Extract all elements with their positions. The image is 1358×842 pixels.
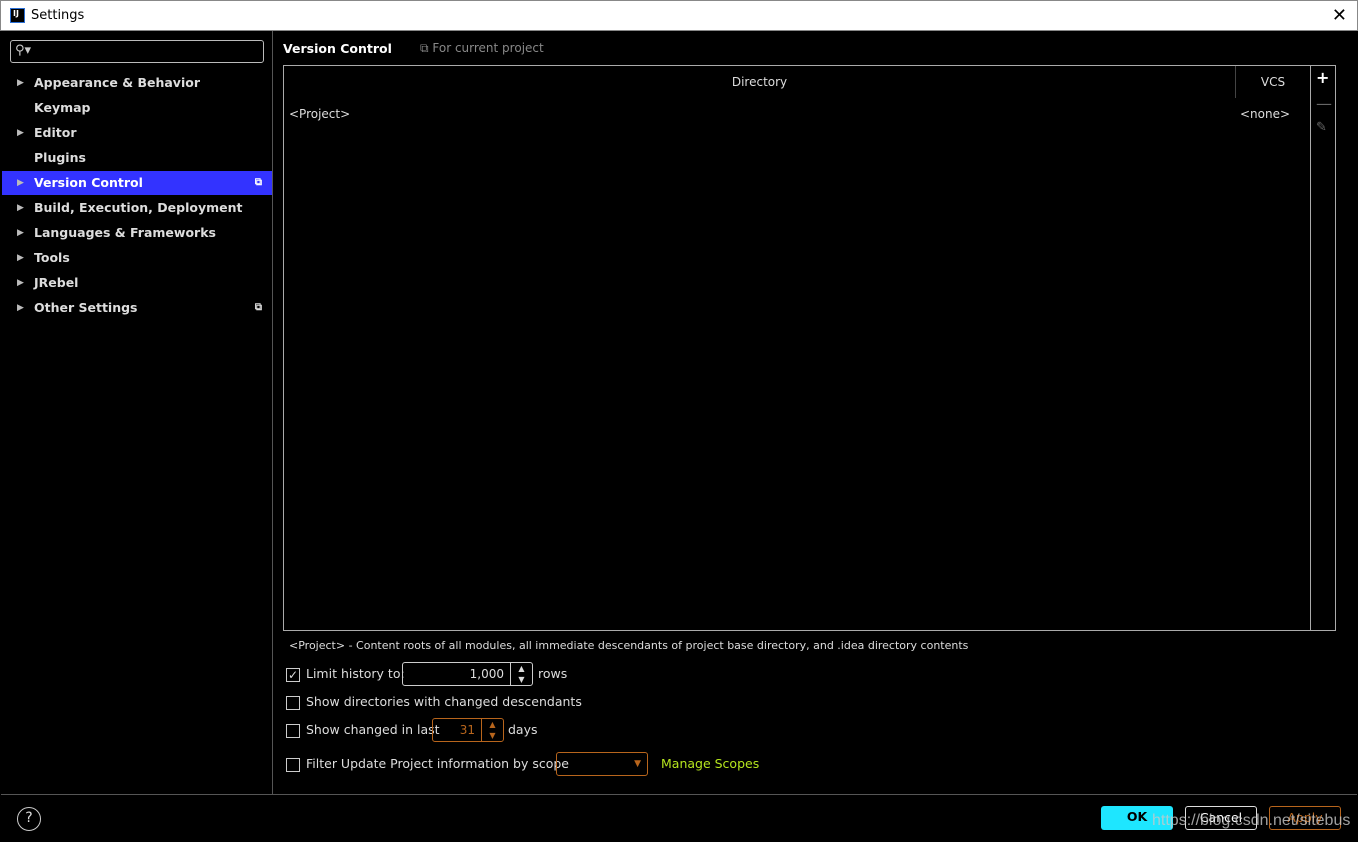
sidebar-item-label: Keymap	[34, 100, 91, 115]
spinner-arrows-icon[interactable]: ▲ ▼	[510, 663, 532, 685]
expand-arrow-icon[interactable]: ▶	[17, 296, 24, 320]
project-note: <Project> - Content roots of all modules…	[289, 639, 969, 652]
show-dirs-checkbox[interactable]	[286, 695, 300, 710]
expand-arrow-icon[interactable]: ▶	[17, 196, 24, 220]
vcs-table: Directory VCS <Project> <none>	[283, 65, 1311, 631]
show-changed-checkbox[interactable]	[286, 723, 300, 738]
sidebar-item-label: Appearance & Behavior	[34, 75, 200, 90]
scope-dropdown[interactable]: ▼	[556, 752, 648, 776]
column-header-vcs[interactable]: VCS	[1236, 66, 1310, 98]
project-icon: ⧉	[254, 177, 262, 188]
sidebar-item-label: Plugins	[34, 150, 86, 165]
expand-arrow-icon[interactable]: ▶	[17, 271, 24, 295]
expand-arrow-icon[interactable]: ▶	[17, 121, 24, 145]
rows-label: rows	[538, 666, 568, 681]
project-icon: ⧉	[254, 302, 262, 313]
sidebar-item-appearance-behavior[interactable]: ▶ Appearance & Behavior	[2, 71, 272, 95]
expand-arrow-icon[interactable]: ▶	[17, 221, 24, 245]
table-cell-vcs[interactable]: <none>	[1240, 107, 1290, 121]
sidebar-item-version-control[interactable]: ▶ Version Control ⧉	[2, 171, 272, 195]
sidebar: ⚲▾ ▶ Appearance & Behavior Keymap ▶ Editor Pl…	[1, 31, 273, 794]
limit-history-checkbox[interactable]: ✓	[286, 667, 300, 682]
app-logo-icon: IJ	[10, 8, 25, 23]
sidebar-item-label: Build, Execution, Deployment	[34, 200, 243, 215]
sidebar-item-build-execution-deployment[interactable]: ▶ Build, Execution, Deployment	[2, 196, 272, 220]
column-header-directory[interactable]: Directory	[284, 66, 1236, 98]
sidebar-item-label: Other Settings	[34, 300, 138, 315]
sidebar-item-languages-frameworks[interactable]: ▶ Languages & Frameworks	[2, 221, 272, 245]
sidebar-item-other-settings[interactable]: ▶ Other Settings ⧉	[2, 296, 272, 320]
add-icon[interactable]: +	[1316, 68, 1329, 87]
filter-scope-checkbox[interactable]	[286, 757, 300, 772]
table-cell-directory[interactable]: <Project>	[289, 107, 350, 121]
table-toolbar: + — ✎	[1311, 65, 1336, 631]
watermark: https://blog.csdn.net/sitebus	[1152, 812, 1351, 829]
search-input[interactable]: ⚲▾	[10, 40, 264, 63]
expand-arrow-icon[interactable]: ▶	[17, 246, 24, 270]
limit-history-spinner[interactable]: 1,000 ▲ ▼	[402, 662, 533, 686]
window-title: Settings	[31, 8, 85, 23]
title-bar: IJ Settings ✕	[0, 0, 1358, 31]
search-icon: ⚲▾	[15, 43, 32, 58]
sidebar-item-plugins[interactable]: Plugins	[2, 146, 272, 170]
show-changed-row: Show changed in last	[286, 720, 440, 740]
edit-icon[interactable]: ✎	[1316, 120, 1327, 135]
sidebar-item-label: Languages & Frameworks	[34, 225, 216, 240]
page-title: Version Control	[283, 41, 392, 56]
chevron-down-icon: ▼	[634, 759, 641, 769]
spinner-arrows-icon[interactable]: ▲ ▼	[481, 719, 503, 741]
show-dirs-row: Show directories with changed descendant…	[286, 692, 582, 712]
sidebar-item-label: Editor	[34, 125, 77, 140]
close-icon[interactable]: ✕	[1332, 5, 1347, 26]
help-icon[interactable]: ?	[17, 807, 41, 831]
sidebar-item-editor[interactable]: ▶ Editor	[2, 121, 272, 145]
days-label: days	[508, 722, 538, 737]
limit-history-row: ✓ Limit history to:	[286, 666, 405, 682]
sidebar-item-label: Version Control	[34, 175, 143, 190]
scope-label: ⧉ For current project	[420, 41, 544, 55]
sidebar-item-label: JRebel	[34, 275, 79, 290]
expand-arrow-icon[interactable]: ▶	[17, 171, 24, 195]
sidebar-item-jrebel[interactable]: ▶ JRebel	[2, 271, 272, 295]
remove-icon[interactable]: —	[1316, 94, 1332, 113]
sidebar-item-tools[interactable]: ▶ Tools	[2, 246, 272, 270]
project-icon: ⧉	[420, 41, 433, 55]
sidebar-item-keymap[interactable]: Keymap	[2, 96, 272, 120]
days-spinner[interactable]: 31 ▲ ▼	[432, 718, 504, 742]
manage-scopes-link[interactable]: Manage Scopes	[661, 754, 759, 774]
filter-scope-row: Filter Update Project information by sco…	[286, 754, 569, 774]
expand-arrow-icon[interactable]: ▶	[17, 71, 24, 95]
sidebar-item-label: Tools	[34, 250, 70, 265]
